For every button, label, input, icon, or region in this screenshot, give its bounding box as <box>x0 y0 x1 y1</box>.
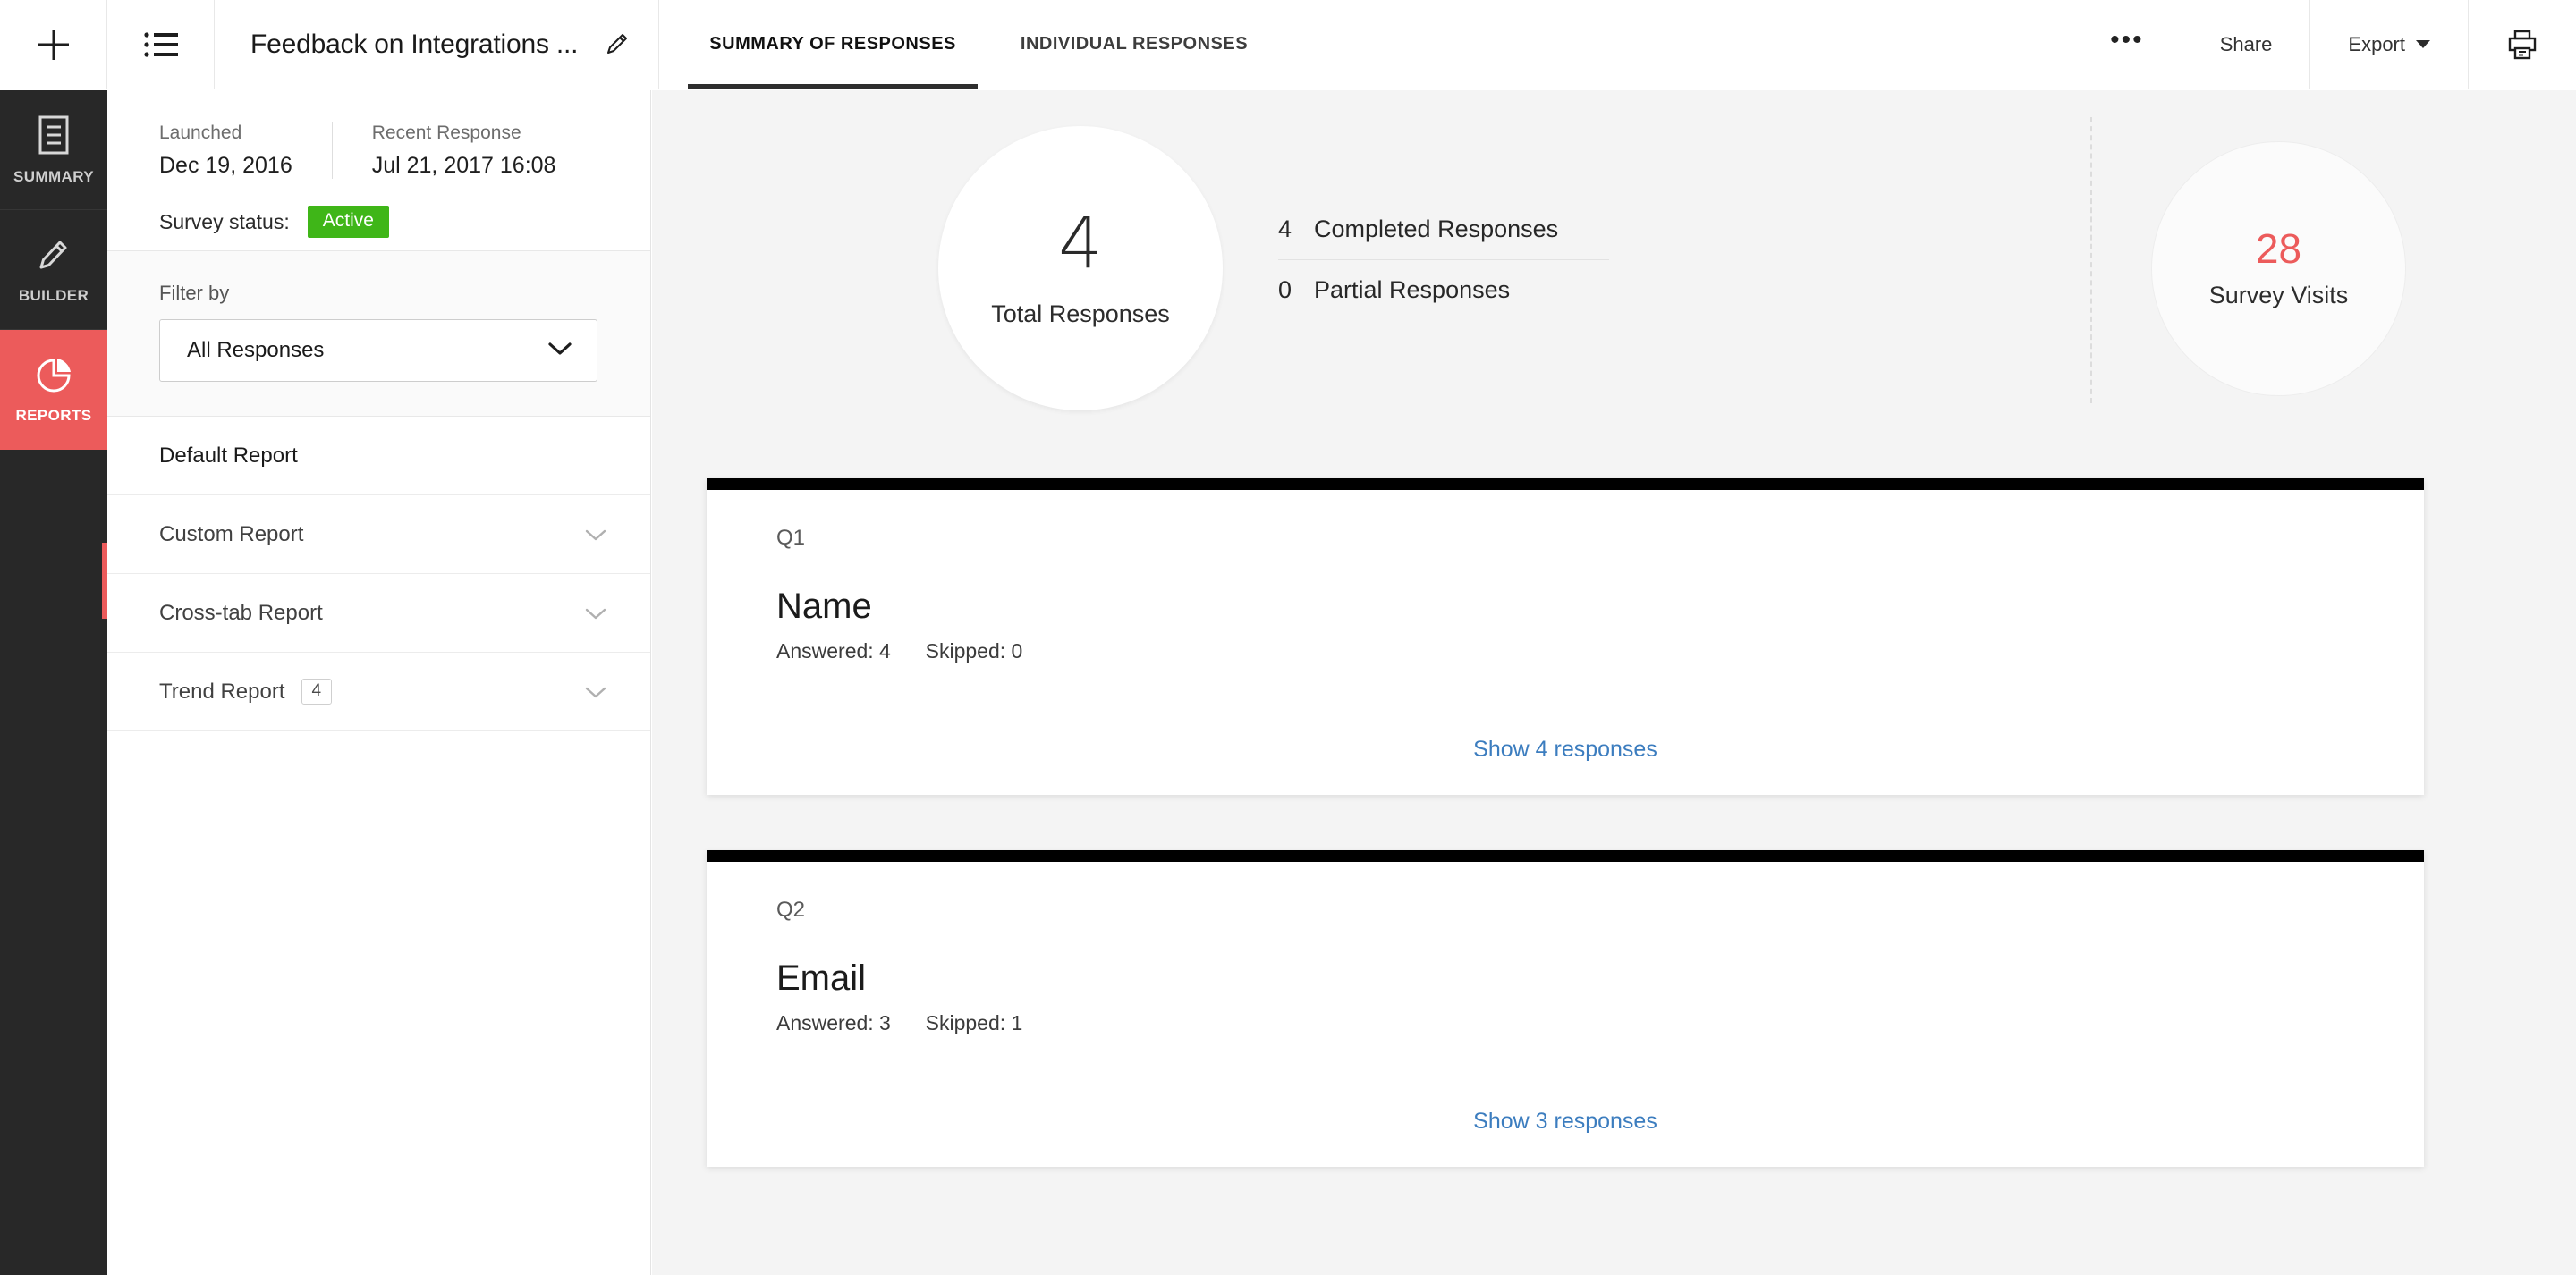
chevron-down-icon[interactable] <box>584 606 607 621</box>
tab-bar: SUMMARY OF RESPONSES INDIVIDUAL RESPONSE… <box>677 0 1280 89</box>
pencil-icon <box>34 235 73 276</box>
document-icon <box>35 114 72 157</box>
total-responses-value: 4 <box>1058 203 1103 284</box>
launched-value: Dec 19, 2016 <box>159 153 292 178</box>
question-card: Q1 Name Answered: 4 Skipped: 0 Show 4 re… <box>707 478 2424 795</box>
filter-select-value: All Responses <box>187 338 325 362</box>
question-number: Q1 <box>776 526 806 550</box>
show-responses-area: Show 3 responses <box>707 1071 2424 1167</box>
completed-responses-value: 4 <box>1278 215 1292 242</box>
skipped-count: Skipped: 1 <box>925 1011 1023 1034</box>
trend-report-count-badge: 4 <box>301 679 333 705</box>
rail-label-summary: SUMMARY <box>13 167 94 185</box>
filter-by-label: Filter by <box>159 282 230 304</box>
question-stats: Answered: 4 Skipped: 0 <box>776 639 2354 663</box>
question-title: Name <box>776 587 872 626</box>
survey-meta: Launched Dec 19, 2016 Recent Response Ju… <box>107 90 650 251</box>
report-label: Default Report <box>159 443 298 468</box>
show-responses-link[interactable]: Show 4 responses <box>1473 737 1657 762</box>
rail-item-summary[interactable]: SUMMARY <box>0 90 107 210</box>
left-rail: SUMMARY BUILDER REPORTS <box>0 90 107 1275</box>
plus-icon <box>34 25 73 64</box>
total-responses-circle: 4 Total Responses <box>938 126 1223 410</box>
completed-responses-label: Completed Responses <box>1314 215 1559 242</box>
filter-block: Filter by All Responses <box>107 251 650 417</box>
export-label: Export <box>2348 32 2405 55</box>
answered-count: Answered: 3 <box>776 1011 891 1034</box>
skipped-count: Skipped: 0 <box>925 639 1023 663</box>
top-bar: Feedback on Integrations ... SUMMARY OF … <box>0 0 2576 89</box>
edit-title-button[interactable] <box>603 30 631 59</box>
chevron-down-icon <box>2416 40 2430 48</box>
status-badge: Active <box>307 206 389 238</box>
response-stats-panel: 4 Total Responses 4 Completed Responses … <box>652 90 2576 478</box>
chevron-down-icon[interactable] <box>584 528 607 542</box>
tab-summary-of-responses[interactable]: SUMMARY OF RESPONSES <box>677 0 988 89</box>
sidebar: Launched Dec 19, 2016 Recent Response Ju… <box>107 90 651 1275</box>
pencil-icon <box>603 30 631 59</box>
show-responses-link[interactable]: Show 3 responses <box>1473 1109 1657 1134</box>
card-top-bar <box>707 850 2424 862</box>
survey-visits-panel: 28 Survey Visits <box>1573 90 2468 448</box>
meta-row: Launched Dec 19, 2016 Recent Response Ju… <box>159 122 650 179</box>
partial-responses-row: 0 Partial Responses <box>1278 259 1609 320</box>
printer-icon <box>2506 29 2538 61</box>
survey-status-row: Survey status: Active <box>159 206 650 238</box>
survey-list-button[interactable] <box>107 0 215 89</box>
card-body: Q2 Email Answered: 3 Skipped: 1 <box>707 862 2424 1071</box>
report-label: Trend Report <box>159 679 285 704</box>
question-cards: Q1 Name Answered: 4 Skipped: 0 Show 4 re… <box>652 478 2576 1167</box>
chevron-down-icon <box>547 340 573 358</box>
question-card: Q2 Email Answered: 3 Skipped: 1 Show 3 r… <box>707 850 2424 1167</box>
rail-item-builder[interactable]: BUILDER <box>0 210 107 330</box>
question-title: Email <box>776 958 867 998</box>
survey-status-label: Survey status: <box>159 209 290 233</box>
response-breakdown: 4 Completed Responses 0 Partial Response… <box>1278 207 1609 320</box>
partial-responses-value: 0 <box>1278 276 1292 303</box>
vertical-divider <box>2090 117 2092 403</box>
report-label: Custom Report <box>159 521 304 546</box>
more-options-button[interactable]: ••• <box>2072 0 2182 89</box>
survey-visits-label: Survey Visits <box>2208 282 2349 308</box>
chevron-down-icon[interactable] <box>584 685 607 699</box>
list-icon <box>143 31 178 58</box>
total-responses-label: Total Responses <box>991 300 1170 327</box>
recent-response-label: Recent Response <box>371 122 521 143</box>
rail-label-reports: REPORTS <box>15 406 92 424</box>
recent-response-value: Jul 21, 2017 16:08 <box>371 153 556 178</box>
rail-item-reports[interactable]: REPORTS <box>0 330 107 450</box>
sidebar-item-custom-report[interactable]: Custom Report <box>107 495 650 574</box>
print-button[interactable] <box>2468 0 2576 89</box>
card-top-bar <box>707 478 2424 490</box>
export-button[interactable]: Export <box>2309 0 2468 89</box>
sidebar-item-trend-report[interactable]: Trend Report 4 <box>107 653 650 731</box>
rail-label-builder: BUILDER <box>18 286 89 304</box>
show-responses-area: Show 4 responses <box>707 699 2424 795</box>
add-survey-button[interactable] <box>0 0 107 89</box>
launched-label: Launched <box>159 122 242 143</box>
main-content: 4 Total Responses 4 Completed Responses … <box>652 90 2576 1275</box>
ellipsis-icon: ••• <box>2110 24 2144 55</box>
question-stats: Answered: 3 Skipped: 1 <box>776 1011 2354 1035</box>
partial-responses-label: Partial Responses <box>1314 276 1511 303</box>
tab-individual-responses[interactable]: INDIVIDUAL RESPONSES <box>988 0 1280 89</box>
pie-chart-icon <box>33 355 74 396</box>
sidebar-item-cross-tab-report[interactable]: Cross-tab Report <box>107 574 650 653</box>
sidebar-item-default-report[interactable]: Default Report <box>107 417 650 495</box>
answered-count: Answered: 4 <box>776 639 891 663</box>
completed-responses-row: 4 Completed Responses <box>1278 207 1609 259</box>
survey-visits-value: 28 <box>2255 225 2302 272</box>
share-button[interactable]: Share <box>2181 0 2310 89</box>
filter-select[interactable]: All Responses <box>159 319 597 382</box>
question-number: Q2 <box>776 898 806 922</box>
recent-response-block: Recent Response Jul 21, 2017 16:08 <box>331 122 596 179</box>
card-body: Q1 Name Answered: 4 Skipped: 0 <box>707 490 2424 699</box>
launched-block: Launched Dec 19, 2016 <box>159 122 332 179</box>
survey-visits-circle: 28 Survey Visits <box>2151 141 2406 396</box>
survey-title-area: Feedback on Integrations ... <box>215 0 660 89</box>
report-label: Cross-tab Report <box>159 600 323 625</box>
page-title: Feedback on Integrations ... <box>250 29 579 59</box>
